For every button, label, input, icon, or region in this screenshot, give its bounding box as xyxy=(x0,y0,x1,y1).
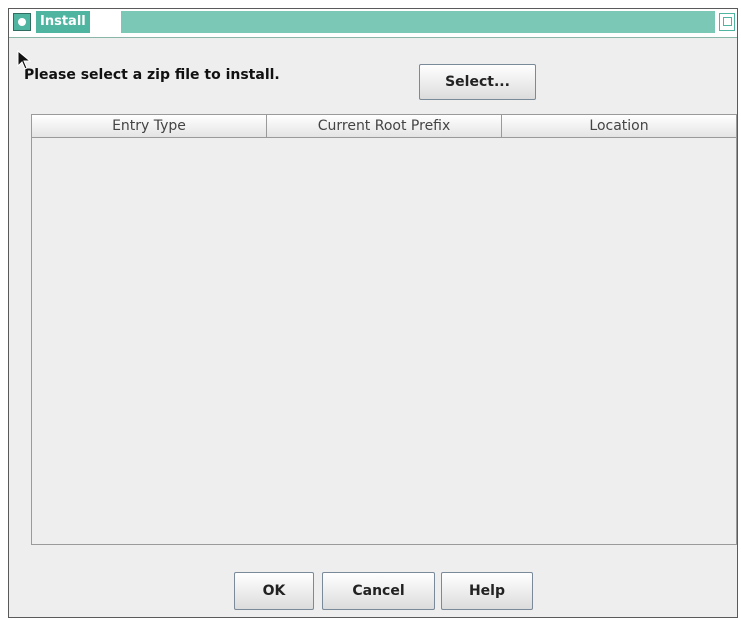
title-bar[interactable]: Install xyxy=(9,9,737,38)
install-dialog: Install Please select a zip file to inst… xyxy=(8,8,738,618)
column-header-entry-type[interactable]: Entry Type xyxy=(32,115,267,137)
help-button[interactable]: Help xyxy=(441,572,533,610)
column-header-current-root-prefix[interactable]: Current Root Prefix xyxy=(267,115,502,137)
table-body[interactable] xyxy=(32,138,736,544)
column-header-location[interactable]: Location xyxy=(502,115,736,137)
select-button[interactable]: Select... xyxy=(419,64,536,100)
table-header: Entry Type Current Root Prefix Location xyxy=(32,115,736,138)
title-bar-fill xyxy=(121,11,715,33)
window-title: Install xyxy=(36,11,90,33)
entries-table[interactable]: Entry Type Current Root Prefix Location xyxy=(31,114,737,545)
window-icon[interactable] xyxy=(13,13,31,31)
ok-button[interactable]: OK xyxy=(234,572,314,610)
prompt-label: Please select a zip file to install. xyxy=(24,67,280,83)
cancel-button[interactable]: Cancel xyxy=(322,572,435,610)
maximize-icon[interactable] xyxy=(719,13,735,31)
mouse-cursor-icon xyxy=(17,50,31,70)
